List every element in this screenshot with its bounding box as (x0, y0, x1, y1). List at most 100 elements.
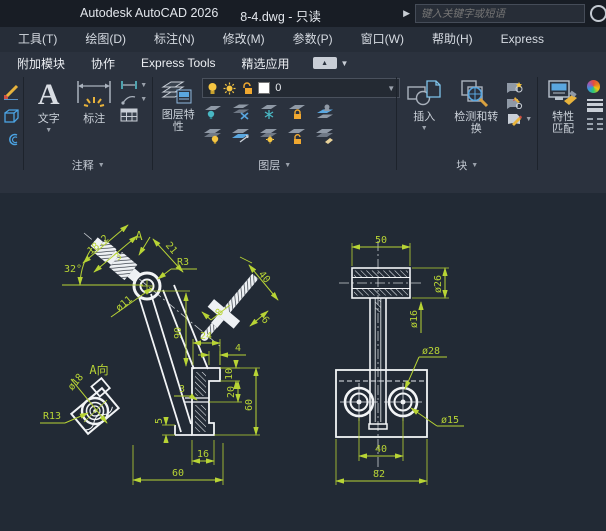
layer-match-button[interactable] (230, 125, 252, 145)
dim-label-dia26: ø26 (433, 275, 444, 293)
insert-block-button[interactable]: 插入 ▼ (402, 78, 446, 157)
dim-label-5: 5 (154, 418, 165, 424)
menu-dimension[interactable]: 标注(N) (140, 27, 209, 52)
menu-bar: 工具(T) 绘图(D) 标注(N) 修改(M) 参数(P) 窗口(W) 帮助(H… (0, 27, 606, 52)
dim-label-r13: R13 (43, 411, 61, 422)
dim-label-21: 21 (163, 240, 179, 256)
menu-tools[interactable]: 工具(T) (4, 27, 71, 52)
dim-label-dia15: ø15 (441, 415, 459, 426)
dim-label-82: 82 (373, 469, 385, 480)
layer-tools-grid (202, 101, 400, 145)
layer-isolate-button[interactable] (202, 101, 224, 121)
block-create-button[interactable] (506, 80, 532, 93)
ribbon: A 文字 ▼ 标注 (0, 74, 606, 193)
layer-unlock-icon (241, 82, 253, 95)
linetype-icon[interactable] (587, 118, 603, 130)
dim-label-50: 50 (375, 235, 387, 246)
current-layer-name: 0 (275, 82, 281, 94)
layer-lock-button[interactable] (286, 101, 308, 121)
layer-thaw-all-button[interactable] (258, 125, 280, 145)
layer-off-button[interactable] (202, 125, 224, 145)
dim-label-16: 16 (197, 449, 209, 460)
search-input[interactable] (415, 4, 585, 23)
dim-label-r3: R3 (177, 257, 189, 268)
menu-express[interactable]: Express (487, 27, 558, 52)
dim-label-90: 90 (173, 327, 184, 339)
layer-freeze-button[interactable] (258, 101, 280, 121)
dimension-icon (75, 79, 113, 111)
3d-box-icon[interactable] (3, 109, 20, 124)
dim-label-60-bottom: 60 (172, 468, 184, 479)
block-attribute-edit-button[interactable]: ▼ (506, 112, 532, 126)
ribbon-collapse-button[interactable]: ▲ (313, 57, 337, 69)
layer-on-bulb-icon (207, 82, 218, 95)
layer-paint-button[interactable] (314, 125, 336, 145)
insert-block-icon (406, 79, 442, 109)
panel-layers: 图层特性 (153, 74, 396, 173)
tab-addins[interactable]: 附加模块 (4, 55, 78, 72)
insert-flyout-caret-icon[interactable]: ▼ (421, 125, 428, 132)
tab-express-tools[interactable]: Express Tools (128, 56, 228, 70)
sketch-pencil-icon[interactable] (3, 83, 20, 100)
tab-featured-apps[interactable]: 精选应用 (229, 55, 303, 72)
object-color-wheel-icon[interactable] (587, 80, 600, 93)
dim-label-20: 20 (226, 386, 237, 398)
layer-unisolate-button[interactable] (230, 101, 252, 121)
left-view-geometry (66, 233, 268, 435)
lineweight-icon[interactable] (587, 99, 603, 112)
match-properties-button[interactable]: 特性匹配 (543, 78, 583, 173)
dim-label-10: 10 (224, 368, 235, 380)
text-button[interactable]: A 文字 ▼ (29, 78, 68, 157)
layer-make-current-button[interactable] (314, 101, 336, 121)
panel-label-annotate[interactable]: 注释▼ (24, 157, 152, 173)
left-view-dimensions: A 21 18.2 3 32° ø11 R3 90 40 6 8 24 (40, 225, 278, 485)
panel-expand-caret-icon: ▼ (284, 162, 291, 169)
menu-help[interactable]: 帮助(H) (418, 27, 487, 52)
leader-button[interactable]: ▼ (120, 93, 147, 105)
text-flyout-caret-icon[interactable]: ▼ (45, 127, 52, 134)
text-a-icon: A (38, 79, 60, 111)
dim-label-3-side: 3 (179, 384, 185, 395)
dim-label-4: 4 (235, 343, 241, 354)
ribbon-tab-bar: 附加模块 协作 Express Tools 精选应用 ▲ ▼ (0, 52, 606, 74)
right-view-geometry (336, 241, 427, 471)
dimension-button[interactable]: 标注 (72, 78, 116, 157)
layer-combo-caret-icon[interactable]: ▼ (387, 84, 395, 93)
dim-label-angle: 32° (64, 264, 82, 275)
drawing-canvas[interactable]: A 21 18.2 3 32° ø11 R3 90 40 6 8 24 (0, 193, 606, 526)
dim-label-6: 6 (259, 315, 271, 327)
panel-expand-caret-icon: ▼ (98, 162, 105, 169)
layer-unlock-all-button[interactable] (286, 125, 308, 145)
dim-label-24: 24 (200, 331, 212, 342)
view-a-label: A向 (89, 362, 108, 377)
detect-convert-icon (459, 79, 493, 109)
title-bar: Autodesk AutoCAD 2026 8-4.dwg - 只读 ▶ (0, 0, 606, 27)
tab-collaborate[interactable]: 协作 (78, 55, 128, 72)
ribbon-collapse-caret-icon[interactable]: ▼ (341, 59, 349, 68)
help-circle-icon[interactable] (590, 5, 606, 22)
dimension-button-label: 标注 (83, 113, 105, 125)
menu-parametric[interactable]: 参数(P) (279, 27, 347, 52)
panel-expand-caret-icon: ▼ (471, 162, 478, 169)
menu-draw[interactable]: 绘图(D) (71, 27, 140, 52)
docked-toolbar (0, 74, 23, 173)
dim-label-60-side: 60 (244, 399, 255, 411)
panel-label-block[interactable]: 块▼ (397, 157, 537, 173)
detect-convert-button[interactable]: 检测和转换 (450, 78, 502, 157)
spring-curve-icon[interactable] (4, 133, 19, 146)
leader-icon (120, 93, 138, 105)
table-button[interactable] (120, 108, 147, 122)
detect-convert-label: 检测和转换 (453, 111, 499, 135)
menu-modify[interactable]: 修改(M) (209, 27, 279, 52)
layer-properties-button[interactable]: 图层特性 (158, 78, 198, 157)
panel-label-layers[interactable]: 图层▼ (153, 157, 396, 173)
search-expand-icon[interactable]: ▶ (403, 8, 410, 19)
layer-select-combo[interactable]: 0 ▼ (202, 78, 400, 98)
block-edit-button[interactable] (506, 96, 532, 109)
document-title: 8-4.dwg - 只读 (240, 6, 321, 25)
table-icon (120, 108, 138, 122)
dim-label-dia16: ø16 (409, 310, 420, 328)
insert-block-label: 插入 (413, 111, 435, 123)
menu-window[interactable]: 窗口(W) (347, 27, 418, 52)
linear-dimension-button[interactable]: ▼ (120, 80, 147, 90)
